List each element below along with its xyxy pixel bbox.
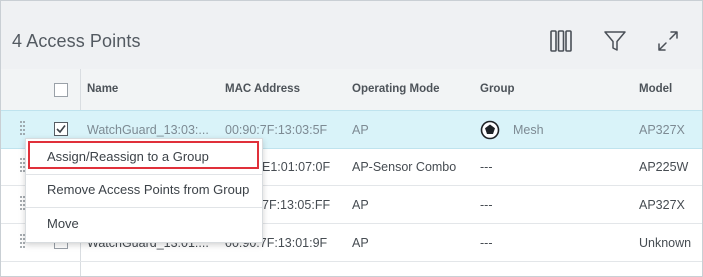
column-header-mac[interactable]: MAC Address — [225, 83, 300, 95]
ap-mode: AP — [352, 123, 369, 137]
access-points-panel: 4 Access Points Name MAC Address Operati… — [0, 0, 703, 277]
expand-icon[interactable] — [656, 29, 680, 58]
ap-mac: E1:01:07:0F — [262, 160, 331, 174]
ap-mode: AP — [352, 236, 369, 250]
row-checkbox[interactable] — [54, 122, 68, 136]
menu-item-label: Remove Access Points from Group — [47, 182, 250, 197]
columns-icon[interactable] — [549, 29, 573, 58]
menu-item-label: Assign/Reassign to a Group — [47, 149, 209, 164]
ap-model: AP327X — [639, 123, 685, 137]
menu-item-label: Move — [47, 216, 79, 231]
menu-item-move[interactable]: Move — [26, 209, 262, 239]
drag-handle-icon[interactable] — [20, 121, 25, 137]
ap-group[interactable]: Mesh — [513, 123, 544, 137]
ap-model: AP327X — [639, 198, 685, 212]
ap-mode: AP-Sensor Combo — [352, 160, 457, 174]
select-all-checkbox[interactable] — [54, 83, 68, 97]
checkmark-icon — [56, 125, 66, 134]
panel-title: 4 Access Points — [12, 31, 141, 51]
filter-icon[interactable] — [603, 29, 627, 58]
mesh-icon — [480, 120, 500, 143]
menu-item-remove-from-group[interactable]: Remove Access Points from Group — [26, 175, 262, 205]
ap-group: --- — [480, 198, 493, 212]
column-header-operating-mode[interactable]: Operating Mode — [352, 83, 440, 95]
column-header-model[interactable]: Model — [639, 83, 672, 95]
column-header-name[interactable]: Name — [87, 83, 118, 95]
ap-group: --- — [480, 160, 493, 174]
context-menu: Assign/Reassign to a Group Remove Access… — [25, 138, 263, 243]
ap-group: --- — [480, 236, 493, 250]
ap-mac: 00:90:7F:13:03:5F — [225, 123, 328, 137]
ap-model: AP225W — [639, 160, 689, 174]
menu-divider — [26, 207, 262, 208]
ap-model: Unknown — [639, 236, 692, 250]
ap-name[interactable]: WatchGuard_13:03:... — [87, 123, 209, 137]
ap-mode: AP — [352, 198, 369, 212]
ap-mac: 7F:13:05:FF — [262, 198, 331, 212]
menu-item-assign-to-group[interactable]: Assign/Reassign to a Group — [26, 142, 262, 172]
column-header-group[interactable]: Group — [480, 83, 515, 95]
